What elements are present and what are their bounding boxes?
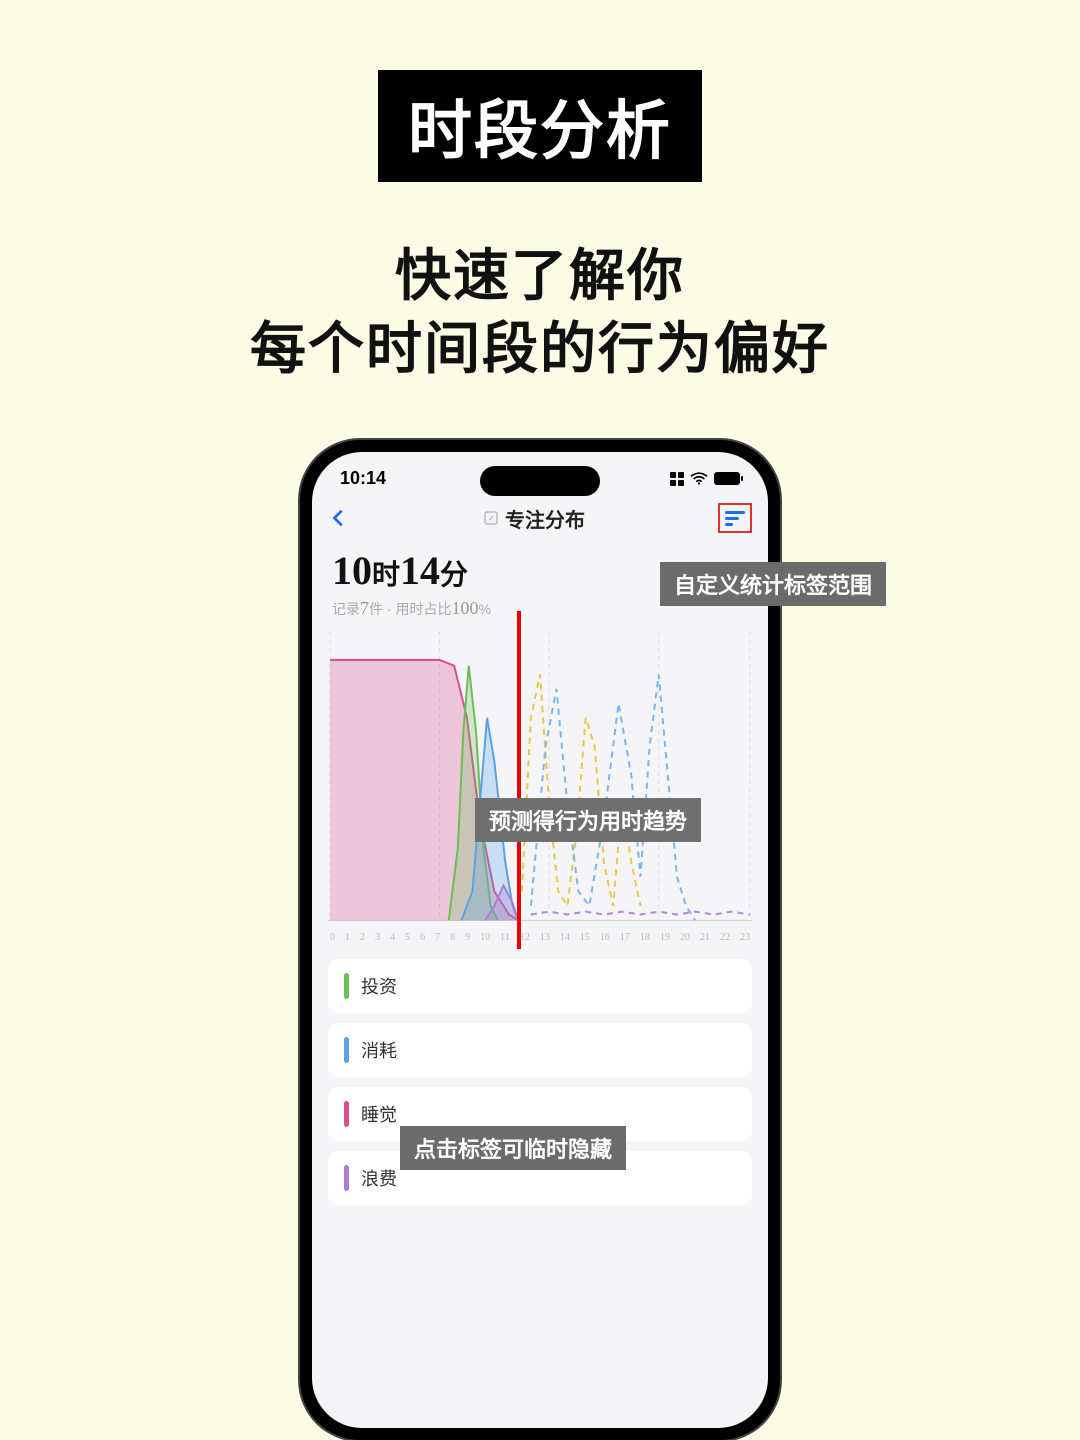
legend-label: 浪费 xyxy=(361,1165,397,1191)
x-axis-labels: 01234567891011121314151617181920212223 xyxy=(328,932,752,943)
legend-color-bar xyxy=(344,973,349,999)
page-subtitle: 快速了解你 每个时间段的行为偏好 xyxy=(0,240,1080,386)
signal-icon xyxy=(670,472,684,486)
legend-label: 睡觉 xyxy=(361,1101,397,1127)
battery-icon xyxy=(714,472,740,485)
filter-button[interactable] xyxy=(718,503,752,533)
nav-title: 专注分布 xyxy=(483,504,585,533)
legend-item[interactable]: 投资 xyxy=(328,959,752,1013)
legend-label: 消耗 xyxy=(361,1037,397,1063)
legend-item[interactable]: 消耗 xyxy=(328,1023,752,1077)
subtitle-line-1: 快速了解你 xyxy=(0,240,1080,313)
legend-label: 投资 xyxy=(361,973,397,999)
current-time-marker xyxy=(517,611,521,949)
legend-color-bar xyxy=(344,1101,349,1127)
nav-bar: 专注分布 xyxy=(312,493,768,547)
legend-color-bar xyxy=(344,1037,349,1063)
annotation-filter: 自定义统计标签范围 xyxy=(660,562,886,606)
page-title-banner: 时段分析 xyxy=(378,70,702,182)
nav-title-text: 专注分布 xyxy=(505,504,585,533)
distribution-chart xyxy=(328,631,752,941)
chart-area[interactable]: 01234567891011121314151617181920212223 xyxy=(328,631,752,941)
filter-icon xyxy=(725,511,745,526)
subtitle-line-2: 每个时间段的行为偏好 xyxy=(0,313,1080,386)
annotation-hide: 点击标签可临时隐藏 xyxy=(400,1126,626,1170)
legend-color-bar xyxy=(344,1165,349,1191)
edit-icon xyxy=(483,510,499,526)
dynamic-island xyxy=(480,466,600,496)
wifi-icon xyxy=(690,472,708,486)
annotation-predict: 预测得行为用时趋势 xyxy=(475,798,701,842)
back-button[interactable] xyxy=(328,507,350,529)
status-time: 10:14 xyxy=(340,468,386,489)
